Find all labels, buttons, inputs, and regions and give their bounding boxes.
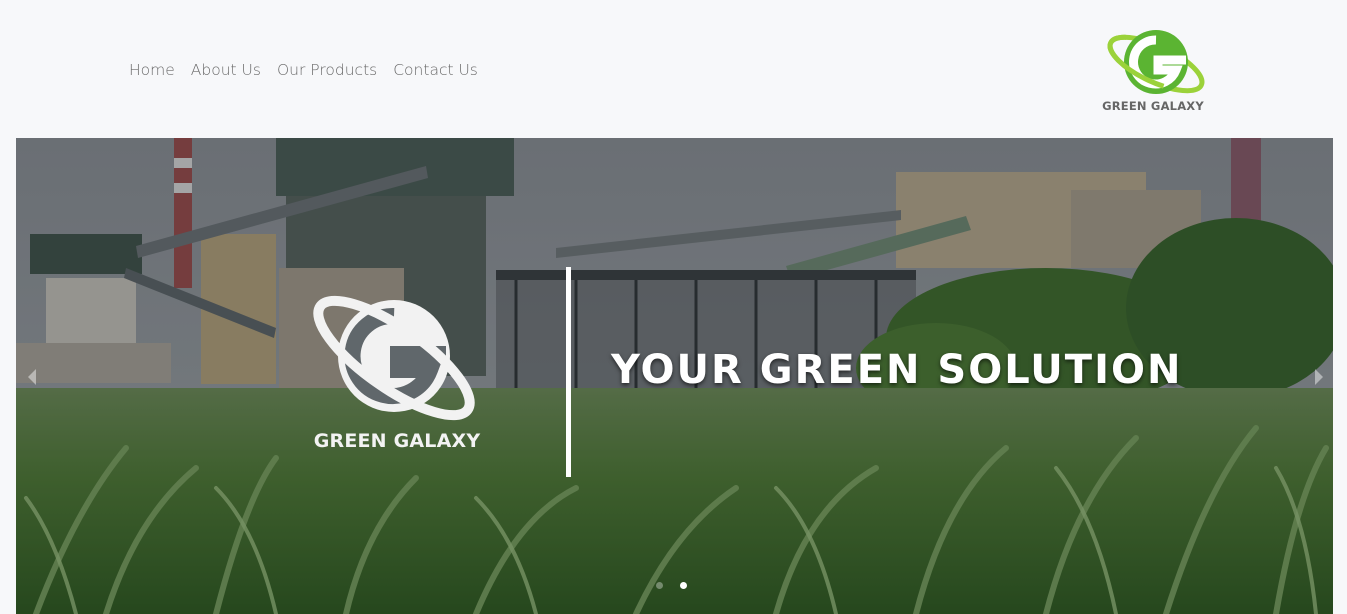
slider-pagination	[656, 582, 687, 589]
green-galaxy-logo-icon	[1107, 30, 1205, 94]
hero-slider[interactable]: GREEN GALAXY YOUR GREEN SOLUTION	[16, 138, 1333, 614]
slider-dot-2[interactable]	[680, 582, 687, 589]
nav-contact-us[interactable]: Contact Us	[393, 60, 478, 80]
chevron-left-icon	[28, 369, 36, 385]
hero-logo-text: GREEN GALAXY	[313, 430, 481, 452]
logo-text: GREEN GALAXY	[1102, 99, 1204, 113]
site-header: Home About Us Our Products Contact Us GR…	[0, 0, 1347, 138]
nav-home[interactable]: Home	[129, 60, 175, 80]
nav-our-products[interactable]: Our Products	[277, 60, 377, 80]
site-logo[interactable]: GREEN GALAXY	[1100, 22, 1216, 118]
main-nav: Home About Us Our Products Contact Us	[129, 60, 494, 80]
slider-prev-button[interactable]	[24, 367, 40, 387]
chevron-right-icon	[1315, 369, 1323, 385]
hero-headline: YOUR GREEN SOLUTION	[611, 347, 1183, 393]
nav-about-us[interactable]: About Us	[191, 60, 261, 80]
slider-next-button[interactable]	[1311, 367, 1327, 387]
hero-divider	[566, 267, 571, 477]
slider-dot-1[interactable]	[656, 582, 663, 589]
